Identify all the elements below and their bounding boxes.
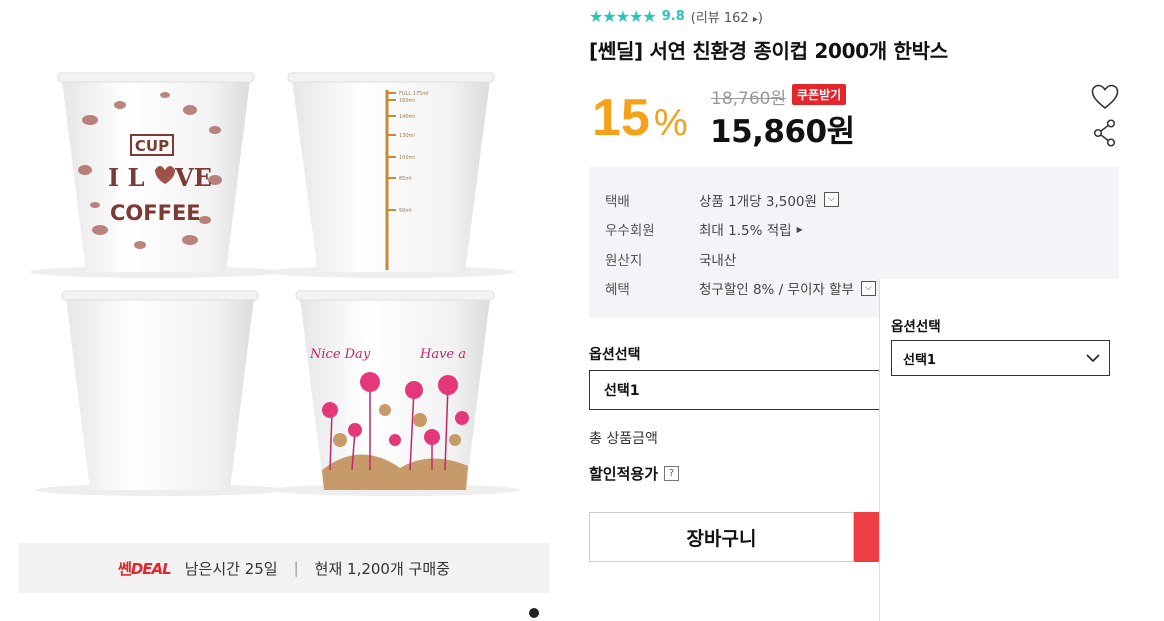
svg-text:I L: I L xyxy=(108,163,145,192)
divider: | xyxy=(293,559,299,577)
svg-text:Have a: Have a xyxy=(419,347,466,362)
product-gallery[interactable]: CUP I L VE COFFEE FULL 175ml 160ml 140ml… xyxy=(0,0,560,621)
info-label: 택배 xyxy=(605,193,630,210)
carousel-dot[interactable] xyxy=(529,608,539,618)
info-row-origin: 원산지 국내산 xyxy=(605,244,1103,274)
svg-text:50ml: 50ml xyxy=(399,208,412,214)
info-row-member[interactable]: 우수회원 최대 1.5% 적립 ▶ xyxy=(605,215,1103,245)
svg-text:160ml: 160ml xyxy=(399,98,415,104)
svg-text:VE: VE xyxy=(174,163,212,192)
cart-button[interactable]: 장바구니 xyxy=(589,512,854,562)
total-price-label: 총 상품금액 xyxy=(589,431,658,447)
info-label: 원산지 xyxy=(605,252,643,269)
info-value: 국내산 xyxy=(699,252,737,269)
discount-applied-label: 할인적용가? xyxy=(589,463,680,484)
cup-flowers: Nice Day Have a xyxy=(295,290,495,490)
option-label: 옵션선택 xyxy=(589,347,641,363)
product-image: CUP I L VE COFFEE FULL 175ml 160ml 140ml… xyxy=(30,72,520,496)
svg-text:130ml: 130ml xyxy=(399,133,415,139)
caret-right-icon: ▶ xyxy=(796,224,803,234)
floating-option-panel: 옵션선택 선택1 xyxy=(879,279,1164,621)
svg-text:Nice Day: Nice Day xyxy=(309,347,371,362)
floating-option-label: 옵션선택 xyxy=(891,319,941,335)
rating-score: 9.8 xyxy=(661,9,685,24)
info-label: 우수회원 xyxy=(605,223,655,240)
chevron-down-icon[interactable]: ⌵ xyxy=(860,280,876,296)
help-icon[interactable]: ? xyxy=(664,466,680,481)
rating[interactable]: ★★★★★ 9.8 (리뷰 162 ▸) xyxy=(589,7,763,26)
review-count[interactable]: (리뷰 162 ▸) xyxy=(691,7,763,26)
share-icon[interactable] xyxy=(1093,119,1117,147)
option-select[interactable]: 선택1 xyxy=(589,370,889,410)
svg-text:COFFEE: COFFEE xyxy=(110,201,201,225)
cup-love-coffee: CUP I L VE COFFEE xyxy=(57,72,255,272)
deal-logo: 쎈DEAL xyxy=(118,559,172,578)
cup-measured: FULL 175ml 160ml 140ml 130ml 100ml 85ml … xyxy=(287,72,495,272)
floating-option-select[interactable]: 선택1 xyxy=(891,340,1110,376)
cup-plain xyxy=(61,290,259,490)
sale-price: 15,860원 xyxy=(710,114,855,150)
info-value: 상품 1개당 3,500원 xyxy=(699,193,817,210)
product-title: [쎈딜] 서연 친환경 종이컵 2000개 한박스 xyxy=(589,39,948,63)
chevron-down-icon xyxy=(1086,354,1100,363)
svg-text:140ml: 140ml xyxy=(399,114,415,120)
info-row-shipping: 택배 상품 1개당 3,500원 ⌵ xyxy=(605,185,1103,215)
time-left: 남은시간 25일 xyxy=(184,559,278,578)
buy-button[interactable] xyxy=(854,512,880,562)
svg-text:100ml: 100ml xyxy=(399,155,415,161)
heart-icon[interactable] xyxy=(1091,84,1119,110)
coupon-button[interactable]: 쿠폰받기 xyxy=(792,84,847,105)
svg-text:CUP: CUP xyxy=(135,137,169,155)
svg-text:85ml: 85ml xyxy=(399,176,412,182)
info-label: 혜택 xyxy=(605,282,630,299)
info-value: 청구할인 8% / 무이자 할부 xyxy=(699,282,854,299)
discount-rate: 15% xyxy=(592,89,688,147)
deal-banner: 쎈DEAL 남은시간 25일 | 현재 1,200개 구매중 xyxy=(19,543,549,593)
svg-text:FULL 175ml: FULL 175ml xyxy=(399,91,429,97)
chevron-down-icon[interactable]: ⌵ xyxy=(823,192,839,208)
star-rating-icon: ★★★★★ xyxy=(589,7,657,26)
floating-option-value: 선택1 xyxy=(903,352,936,368)
buying-now: 현재 1,200개 구매중 xyxy=(314,559,450,578)
info-value: 최대 1.5% 적립 xyxy=(699,223,792,240)
